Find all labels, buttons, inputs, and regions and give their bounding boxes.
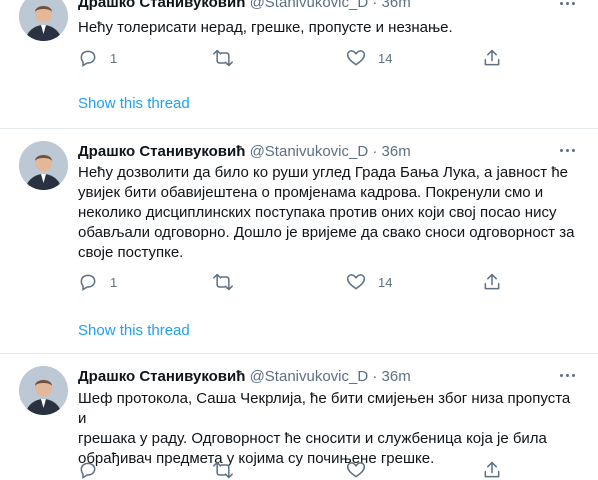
retweet-button[interactable] <box>212 48 246 68</box>
author-name[interactable]: Драшко Станивуковић <box>78 0 245 11</box>
tweet-time[interactable]: 36m <box>382 0 411 11</box>
reply-button[interactable] <box>78 460 98 480</box>
separator-dot: · <box>372 0 378 11</box>
reply-icon <box>80 50 96 67</box>
avatar[interactable] <box>19 141 68 190</box>
retweet-icon <box>213 461 233 479</box>
retweet-icon <box>213 273 233 291</box>
author-handle[interactable]: @Stanivukovic_D <box>250 0 369 11</box>
more-icon[interactable] <box>558 0 578 14</box>
avatar[interactable] <box>19 0 68 41</box>
heart-icon <box>346 462 366 478</box>
share-icon <box>484 49 500 66</box>
separator-dot: · <box>372 368 378 385</box>
tweet-2[interactable]: Драшко Станивуковић @Stanivukovic_D · 36… <box>0 129 598 353</box>
like-count: 14 <box>378 50 393 66</box>
author-name[interactable]: Драшко Станивуковић <box>78 368 245 385</box>
tweet-header: Драшко Станивуковић @Stanivukovic_D · 36… <box>78 0 411 12</box>
heart-icon <box>346 274 366 290</box>
retweet-icon <box>213 49 233 67</box>
share-button[interactable] <box>482 48 502 68</box>
reply-icon <box>80 462 96 479</box>
tweet-3[interactable]: Драшко Станивуковић @Stanivukovic_D · 36… <box>0 354 598 479</box>
show-thread-link[interactable]: Show this thread <box>78 322 190 340</box>
tweet-text: Шеф протокола, Саша Чекрлија, ће бити см… <box>78 390 571 467</box>
like-button[interactable] <box>346 460 366 480</box>
reply-button[interactable]: 1 <box>78 48 117 68</box>
tweet-text: Нећу толерисати нерад, грешке, пропусте … <box>78 19 453 36</box>
like-button[interactable]: 14 <box>346 272 392 292</box>
share-icon <box>484 461 500 478</box>
tweet-text: Нећу дозволити да било ко руши углед Гра… <box>78 164 575 261</box>
separator-dot: · <box>372 143 378 160</box>
author-name[interactable]: Драшко Станивуковић <box>78 143 245 160</box>
share-icon <box>484 273 500 290</box>
reply-count: 1 <box>110 274 118 290</box>
tweet-time[interactable]: 36m <box>382 368 411 385</box>
reply-icon <box>80 274 96 291</box>
tweet-1[interactable]: Драшко Станивуковић @Stanivukovic_D · 36… <box>0 0 598 128</box>
more-icon[interactable] <box>558 141 578 161</box>
show-thread-link[interactable]: Show this thread <box>78 95 190 113</box>
more-icon[interactable] <box>558 366 578 386</box>
tweet-header: Драшко Станивуковић @Stanivukovic_D · 36… <box>78 143 411 161</box>
tweet-header: Драшко Станивуковић @Stanivukovic_D · 36… <box>78 368 411 386</box>
reply-count: 1 <box>110 50 118 66</box>
tweet-time[interactable]: 36m <box>382 143 411 160</box>
retweet-button[interactable] <box>212 460 234 480</box>
like-button[interactable]: 14 <box>346 48 392 68</box>
share-button[interactable] <box>482 272 502 292</box>
reply-button[interactable]: 1 <box>78 272 117 292</box>
share-button[interactable] <box>482 460 502 480</box>
like-count: 14 <box>378 274 393 290</box>
heart-icon <box>346 50 366 66</box>
author-handle[interactable]: @Stanivukovic_D <box>250 143 369 160</box>
author-handle[interactable]: @Stanivukovic_D <box>250 368 369 385</box>
avatar[interactable] <box>19 366 68 415</box>
retweet-button[interactable] <box>212 272 246 292</box>
